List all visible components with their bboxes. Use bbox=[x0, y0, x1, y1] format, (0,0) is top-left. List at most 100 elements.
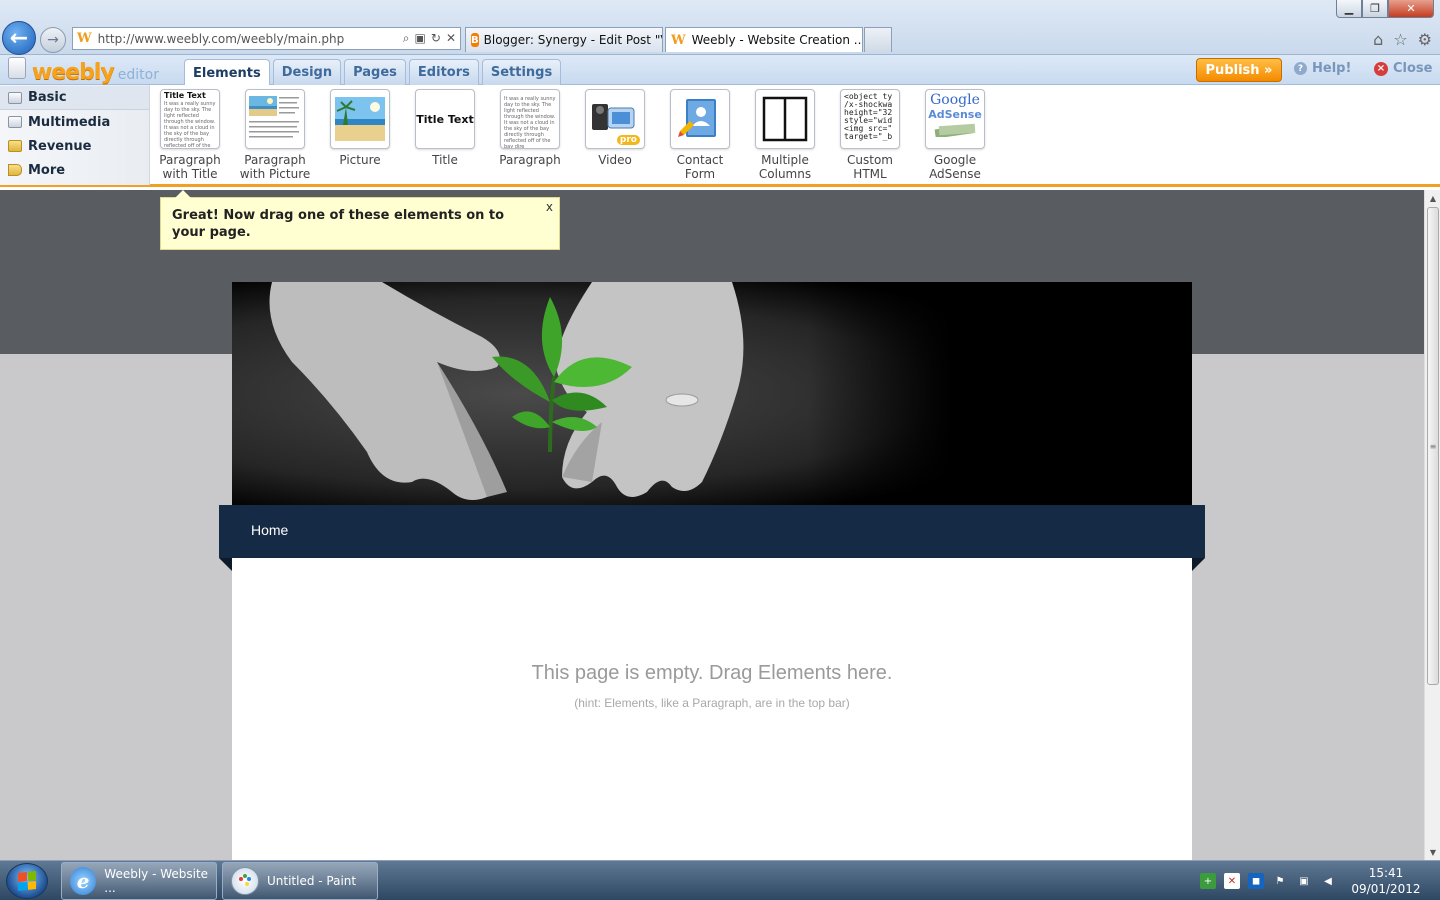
tab-weebly[interactable]: W Weebly - Website Creation ... ✕ bbox=[665, 27, 863, 52]
element-label: Title bbox=[432, 153, 458, 167]
money-bills-icon bbox=[934, 123, 976, 137]
browser-chrome: ▁ ❐ ✕ ← → W http://www.weebly.com/weebly… bbox=[0, 0, 1440, 55]
picture-icon bbox=[330, 89, 390, 149]
taskbar-item-label: Weebly - Website ... bbox=[104, 867, 209, 895]
category-more[interactable]: More bbox=[0, 158, 149, 182]
nav-item-home[interactable]: Home bbox=[251, 522, 288, 538]
windows-logo-icon bbox=[18, 871, 36, 891]
paint-palette-icon bbox=[231, 867, 259, 895]
back-button[interactable]: ← bbox=[2, 21, 36, 55]
tab-pages[interactable]: Pages bbox=[344, 59, 406, 85]
beach-picture-icon bbox=[335, 97, 385, 141]
action-center-flag-icon[interactable]: ⚑ bbox=[1272, 873, 1288, 889]
volume-muted-icon[interactable]: ◀ bbox=[1320, 873, 1336, 889]
windows-taskbar: e Weebly - Website ... Untitled - Paint … bbox=[0, 860, 1440, 900]
taskbar-item-weebly[interactable]: e Weebly - Website ... bbox=[61, 862, 217, 900]
element-google-adsense[interactable]: Google AdSense Google AdSense bbox=[913, 89, 997, 181]
tray-app-icon[interactable]: ◼ bbox=[1248, 873, 1264, 889]
favorites-star-icon[interactable]: ☆ bbox=[1393, 30, 1407, 49]
forward-arrow-icon: → bbox=[47, 32, 59, 48]
address-url[interactable]: http://www.weebly.com/weebly/main.php bbox=[98, 32, 403, 46]
vertical-scrollbar[interactable]: ▲ ≡ ▼ bbox=[1424, 190, 1440, 860]
help-link[interactable]: ? Help! bbox=[1294, 61, 1351, 76]
tooltip-close-button[interactable]: x bbox=[546, 199, 553, 216]
settings-gear-icon[interactable]: ⚙ bbox=[1418, 30, 1432, 49]
paragraph-icon: It was a really sunny day to the sky. Th… bbox=[500, 89, 560, 149]
taskbar-item-paint[interactable]: Untitled - Paint bbox=[222, 862, 378, 900]
element-multiple-columns[interactable]: Multiple Columns bbox=[743, 89, 827, 181]
element-label: Contact Form bbox=[676, 153, 724, 181]
maximize-button[interactable]: ❐ bbox=[1362, 0, 1388, 18]
category-label: Revenue bbox=[28, 138, 92, 154]
new-tab-button[interactable] bbox=[864, 27, 892, 52]
element-label: Google AdSense bbox=[929, 153, 981, 181]
element-custom-html[interactable]: <object ty /x-shockwa height="32 style="… bbox=[828, 89, 912, 181]
blogger-favicon-icon: B bbox=[471, 33, 479, 47]
element-paragraph-with-picture[interactable]: Paragraph with Picture bbox=[233, 89, 317, 181]
home-icon[interactable]: ⌂ bbox=[1373, 30, 1383, 49]
element-contact-form[interactable]: Contact Form bbox=[658, 89, 742, 181]
page-content-drop-area[interactable]: This page is empty. Drag Elements here. … bbox=[232, 558, 1192, 860]
forward-button[interactable]: → bbox=[40, 27, 66, 53]
close-window-button[interactable]: ✕ bbox=[1388, 0, 1434, 18]
element-label: Multiple Columns bbox=[758, 153, 812, 181]
refresh-icon[interactable]: ↻ bbox=[431, 31, 441, 46]
search-icon[interactable]: ⌕ bbox=[403, 31, 410, 46]
tray-error-icon[interactable]: ✕ bbox=[1224, 873, 1240, 889]
category-label: Basic bbox=[28, 90, 67, 105]
element-title[interactable]: Title Text Title bbox=[403, 89, 487, 167]
category-basic[interactable]: Basic bbox=[0, 86, 149, 110]
header-image bbox=[232, 282, 1192, 505]
editor-canvas: Great! Now drag one of these elements on… bbox=[0, 190, 1424, 860]
tab-design[interactable]: Design bbox=[272, 59, 342, 85]
tab-settings[interactable]: Settings bbox=[481, 59, 562, 85]
system-clock[interactable]: 15:41 09/01/2012 bbox=[1346, 865, 1426, 897]
tab-blogger[interactable]: B Blogger: Synergy - Edit Post "V... bbox=[465, 27, 663, 52]
element-label: Paragraph with Picture bbox=[239, 153, 311, 181]
address-bar[interactable]: W http://www.weebly.com/weebly/main.php … bbox=[72, 27, 461, 50]
icon-google-text: Google bbox=[930, 92, 980, 108]
compatibility-icon[interactable]: ▣ bbox=[415, 31, 426, 46]
element-label: Paragraph bbox=[499, 153, 561, 167]
hands-and-seedling-image bbox=[232, 282, 1192, 505]
scrollbar-thumb[interactable]: ≡ bbox=[1427, 207, 1439, 685]
editor-top-bar: weebly editor Elements Design Pages Edit… bbox=[0, 55, 1440, 86]
multiple-columns-icon bbox=[755, 89, 815, 149]
tooltip-caret bbox=[175, 190, 191, 198]
columns-icon bbox=[762, 96, 808, 142]
minimize-button[interactable]: ▁ bbox=[1336, 0, 1362, 18]
weebly-favicon-icon: W bbox=[77, 31, 92, 46]
category-multimedia[interactable]: Multimedia bbox=[0, 110, 149, 134]
element-paragraph[interactable]: It was a really sunny day to the sky. Th… bbox=[488, 89, 572, 167]
network-icon[interactable]: ▣ bbox=[1296, 873, 1312, 889]
element-picture[interactable]: Picture bbox=[318, 89, 402, 167]
tab-elements[interactable]: Elements bbox=[184, 59, 270, 86]
window-controls: ▁ ❐ ✕ bbox=[1336, 0, 1434, 18]
element-label: Custom HTML bbox=[847, 153, 893, 181]
tab-editors[interactable]: Editors bbox=[408, 59, 479, 85]
contact-form-icon bbox=[670, 89, 730, 149]
stop-icon[interactable]: ✕ bbox=[446, 31, 456, 46]
close-label: Close bbox=[1393, 61, 1433, 76]
publish-button[interactable]: Publish » bbox=[1196, 58, 1282, 82]
custom-html-icon: <object ty /x-shockwa height="32 style="… bbox=[840, 89, 900, 149]
element-video[interactable]: pro Video bbox=[573, 89, 657, 167]
scroll-up-icon[interactable]: ▲ bbox=[1425, 190, 1440, 206]
start-button[interactable] bbox=[6, 863, 48, 899]
element-paragraph-with-title[interactable]: Title Text It was a really sunny day to … bbox=[148, 89, 232, 181]
category-revenue[interactable]: Revenue bbox=[0, 134, 149, 158]
close-editor-link[interactable]: × Close bbox=[1374, 61, 1432, 76]
element-label: Video bbox=[598, 153, 632, 167]
video-icon: pro bbox=[585, 89, 645, 149]
scroll-down-icon[interactable]: ▼ bbox=[1425, 844, 1440, 860]
tray-update-icon[interactable]: + bbox=[1200, 873, 1216, 889]
tooltip-text: Great! Now drag one of these elements on… bbox=[172, 208, 505, 240]
clock-date: 09/01/2012 bbox=[1351, 882, 1421, 896]
empty-page-hint: (hint: Elements, like a Paragraph, are i… bbox=[574, 696, 850, 710]
element-label: Picture bbox=[339, 153, 381, 167]
category-label: More bbox=[28, 162, 66, 178]
tab-title: Weebly - Website Creation ... bbox=[691, 33, 863, 47]
beach-thumbnail-icon bbox=[249, 96, 299, 138]
back-arrow-icon: ← bbox=[9, 25, 29, 51]
paragraph-with-title-icon: Title Text It was a really sunny day to … bbox=[160, 89, 220, 149]
